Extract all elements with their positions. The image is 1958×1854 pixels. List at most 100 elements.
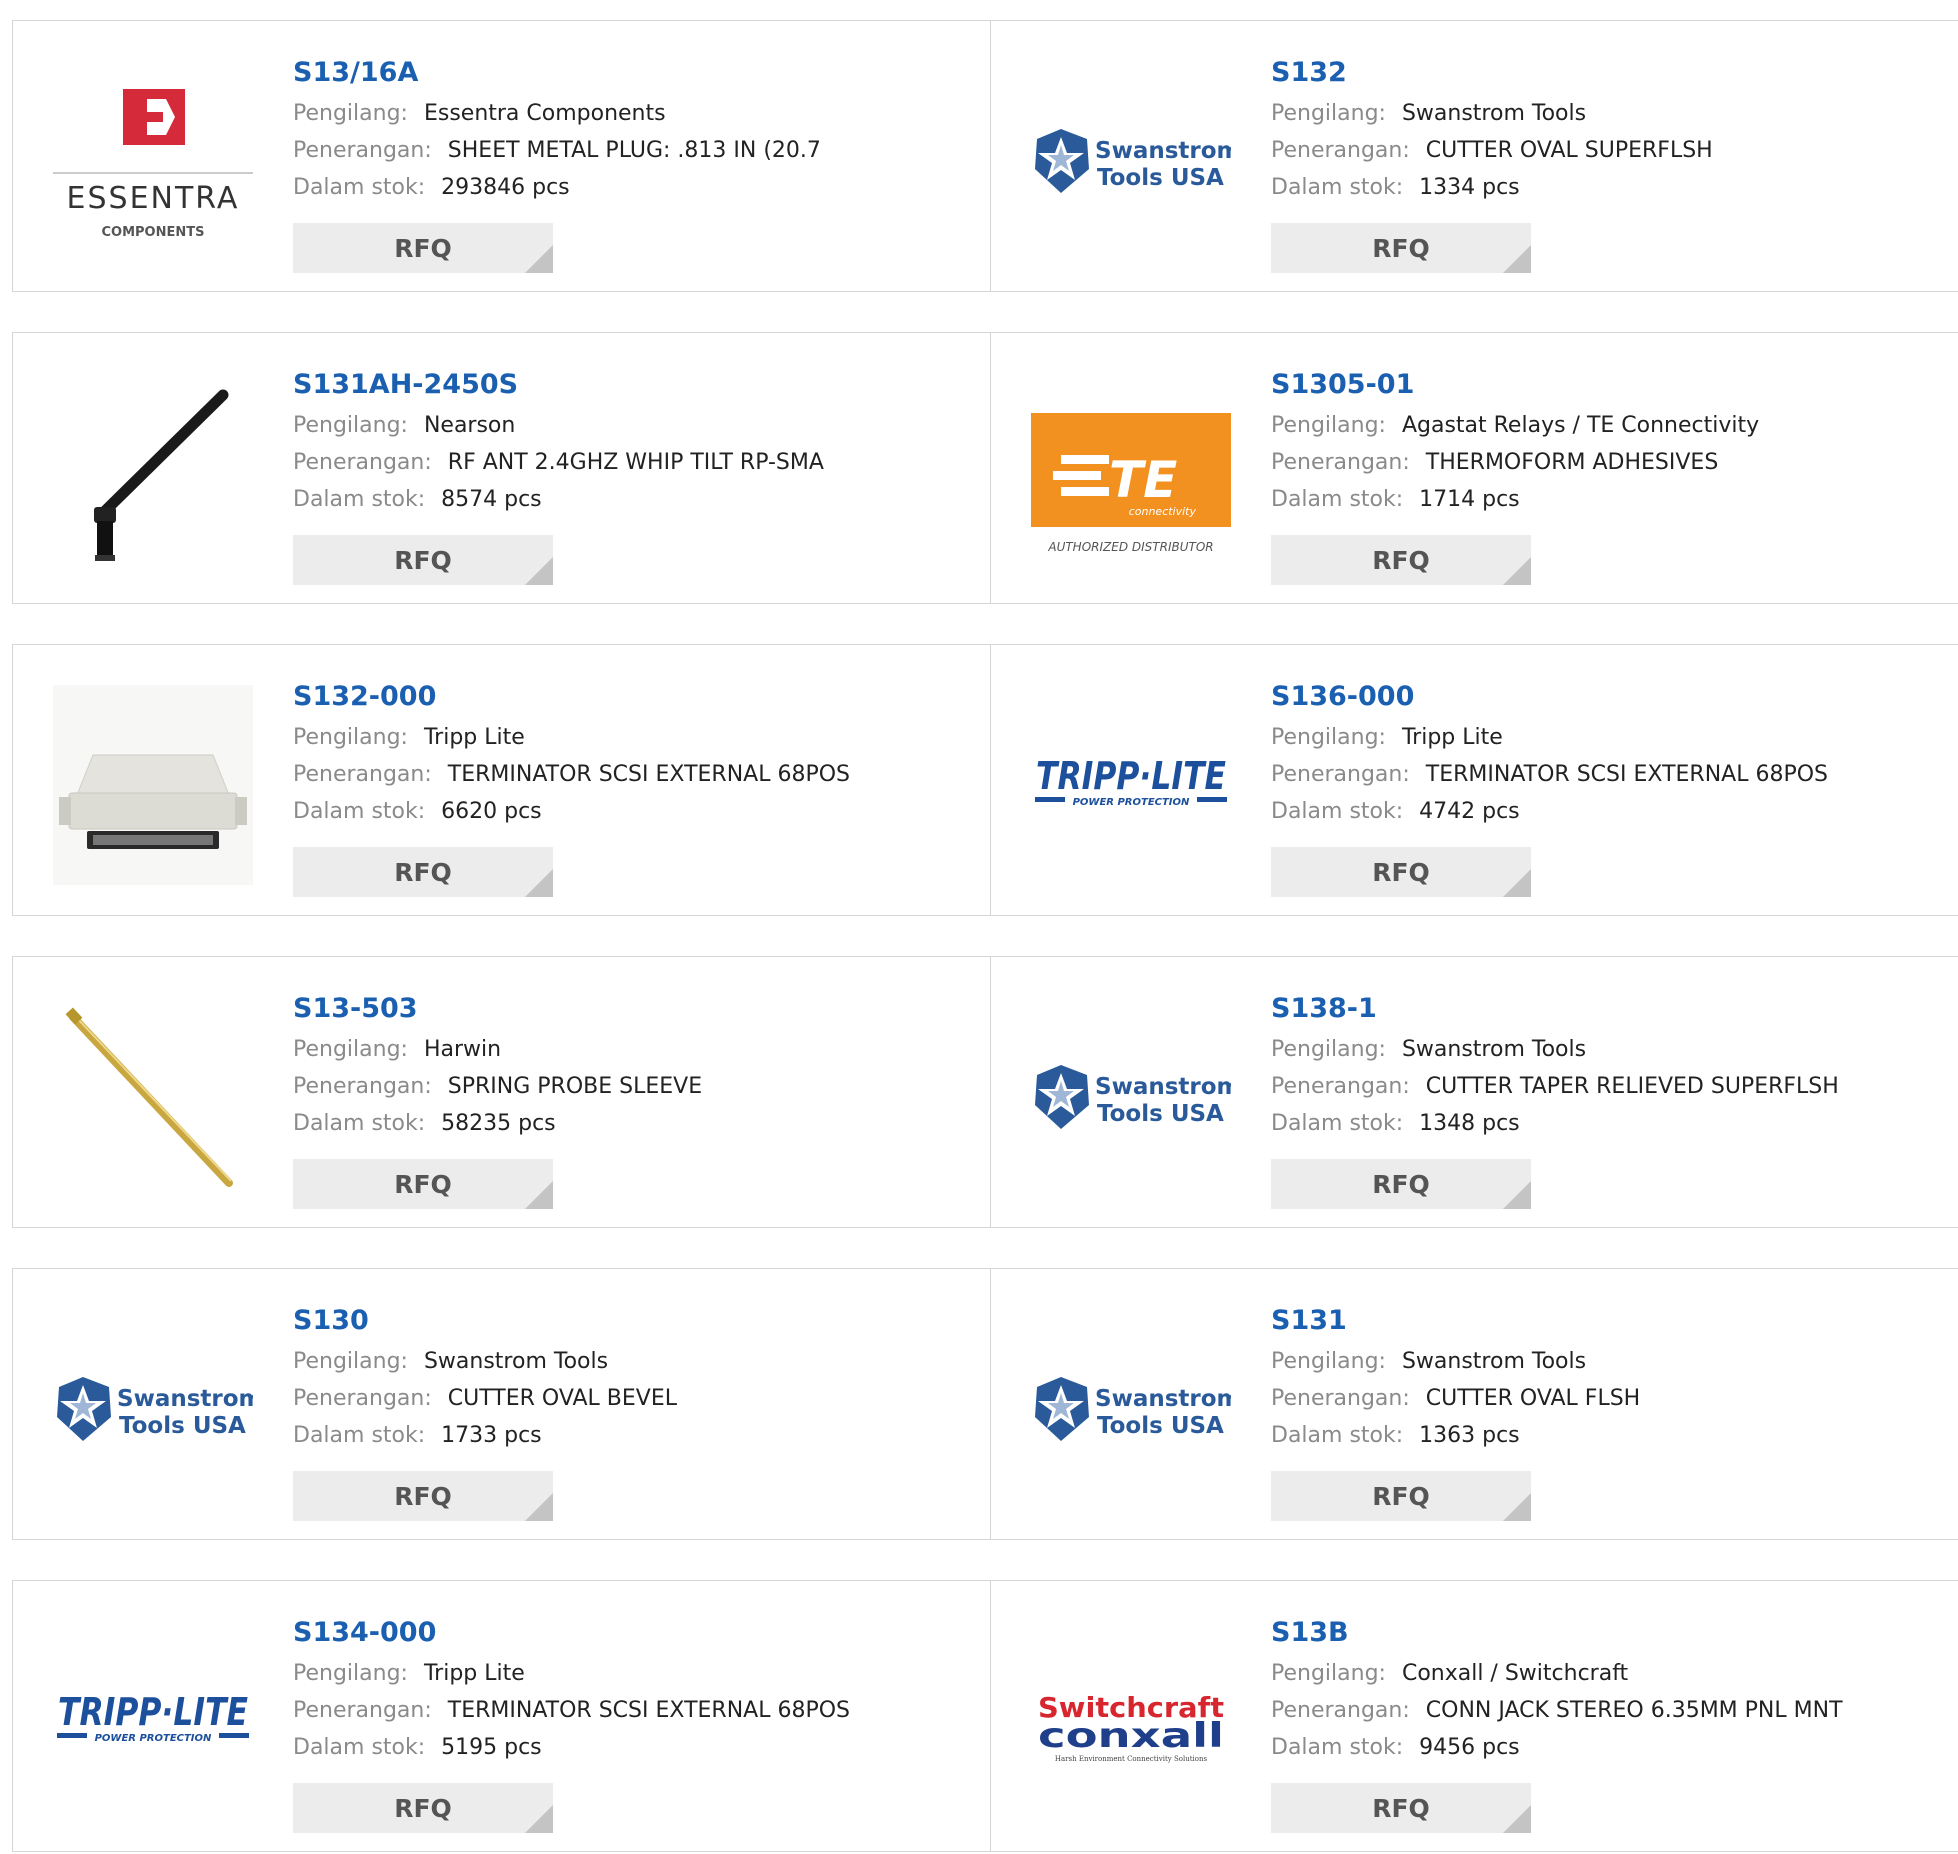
- logo-text: COMPONENTS: [102, 225, 205, 240]
- stock-line: Dalam stok: 1714 pcs: [1271, 481, 1948, 518]
- rfq-button[interactable]: RFQ: [293, 1159, 553, 1209]
- description-value: SHEET METAL PLUG: .813 IN (20.7: [447, 138, 821, 163]
- description-value: CONN JACK STEREO 6.35MM PNL MNT: [1425, 1698, 1843, 1723]
- rfq-button[interactable]: RFQ: [293, 535, 553, 585]
- manufacturer-line: Pengilang: Tripp Lite: [293, 719, 980, 756]
- part-number-link[interactable]: S132: [1271, 51, 1948, 95]
- description-value: CUTTER OVAL SUPERFLSH: [1425, 138, 1713, 163]
- logo-text: Tools USA: [1097, 165, 1224, 191]
- description-label: Penerangan:: [1271, 450, 1410, 475]
- part-number-link[interactable]: S132-000: [293, 675, 980, 719]
- stock-line: Dalam stok: 293846 pcs: [293, 169, 980, 206]
- manufacturer-logo: TE connectivity AUTHORIZED DISTRIBUTOR: [1031, 373, 1231, 573]
- product-info: S13-503 Pengilang: Harwin Penerangan: SPRI…: [293, 987, 980, 1142]
- logo-text: Swanstrom: [1095, 1074, 1231, 1100]
- spring-probe-image-icon: [65, 1007, 233, 1187]
- manufacturer-logo: [53, 373, 253, 573]
- rfq-label: RFQ: [394, 545, 452, 575]
- rfq-label: RFQ: [1372, 857, 1430, 887]
- description-label: Penerangan:: [1271, 138, 1410, 163]
- stock-label: Dalam stok:: [1271, 487, 1404, 512]
- product-info: S136-000 Pengilang: Tripp Lite Penerangan…: [1271, 675, 1948, 830]
- manufacturer-value: Swanstrom Tools: [423, 1349, 609, 1374]
- description-line: Penerangan: RF ANT 2.4GHZ WHIP TILT RP-SM…: [293, 444, 980, 481]
- rfq-label: RFQ: [1372, 1481, 1430, 1511]
- swanstrom-star-icon: [1035, 129, 1089, 193]
- rfq-button[interactable]: RFQ: [1271, 1783, 1531, 1833]
- rfq-button[interactable]: RFQ: [1271, 847, 1531, 897]
- manufacturer-line: Pengilang: Tripp Lite: [1271, 719, 1948, 756]
- stock-line: Dalam stok: 9456 pcs: [1271, 1729, 1948, 1766]
- product-info: S138-1 Pengilang: Swanstrom Tools Peneran…: [1271, 987, 1948, 1142]
- manufacturer-value: Swanstrom Tools: [1401, 1349, 1587, 1374]
- part-number-link[interactable]: S13/16A: [293, 51, 980, 95]
- part-number-link[interactable]: S131AH-2450S: [293, 363, 980, 407]
- description-line: Penerangan: TERMINATOR SCSI EXTERNAL 68PO…: [293, 1692, 980, 1729]
- rfq-button[interactable]: RFQ: [1271, 1471, 1531, 1521]
- part-number-link[interactable]: S134-000: [293, 1611, 980, 1655]
- description-line: Penerangan: CUTTER OVAL BEVEL: [293, 1380, 980, 1417]
- manufacturer-label: Pengilang:: [1271, 101, 1386, 126]
- manufacturer-line: Pengilang: Swanstrom Tools: [1271, 95, 1948, 132]
- logo-text: Tools USA: [119, 1413, 246, 1439]
- product-info: S13/16A Pengilang: Essentra Components Pe…: [293, 51, 980, 206]
- rfq-button[interactable]: RFQ: [1271, 535, 1531, 585]
- part-number-link[interactable]: S138-1: [1271, 987, 1948, 1031]
- part-number-link[interactable]: S131: [1271, 1299, 1948, 1343]
- rfq-button[interactable]: RFQ: [293, 1783, 553, 1833]
- manufacturer-value: Harwin: [423, 1037, 502, 1062]
- part-number-link[interactable]: S13-503: [293, 987, 980, 1031]
- rfq-button[interactable]: RFQ: [1271, 223, 1531, 273]
- logo-text: Tools USA: [1097, 1413, 1224, 1439]
- part-number-link[interactable]: S1305-01: [1271, 363, 1948, 407]
- stock-value: 8574 pcs: [441, 487, 542, 512]
- manufacturer-value: Conxall / Switchcraft: [1401, 1661, 1629, 1686]
- stock-line: Dalam stok: 5195 pcs: [293, 1729, 980, 1766]
- stock-label: Dalam stok:: [1271, 175, 1404, 200]
- rfq-label: RFQ: [1372, 233, 1430, 263]
- stock-value: 4742 pcs: [1419, 799, 1520, 824]
- part-number-link[interactable]: S136-000: [1271, 675, 1948, 719]
- manufacturer-value: Tripp Lite: [423, 725, 525, 750]
- rfq-button[interactable]: RFQ: [1271, 1159, 1531, 1209]
- description-label: Penerangan:: [1271, 1074, 1410, 1099]
- manufacturer-label: Pengilang:: [293, 1661, 408, 1686]
- rfq-button[interactable]: RFQ: [293, 1471, 553, 1521]
- product-card: TRIPP·LITE POWER PROTECTION S134-000 Pen…: [12, 1580, 991, 1852]
- description-label: Penerangan:: [293, 1074, 432, 1099]
- manufacturer-value: Agastat Relays / TE Connectivity: [1401, 413, 1760, 438]
- stock-value: 5195 pcs: [441, 1735, 542, 1760]
- swanstrom-star-icon: [1035, 1065, 1089, 1129]
- product-card: S13-503 Pengilang: Harwin Penerangan: SPRI…: [12, 956, 991, 1228]
- manufacturer-label: Pengilang:: [293, 413, 408, 438]
- description-value: TERMINATOR SCSI EXTERNAL 68POS: [447, 1698, 850, 1723]
- manufacturer-logo: Swanstrom Tools USA: [53, 1309, 253, 1509]
- manufacturer-line: Pengilang: Nearson: [293, 407, 980, 444]
- logo-text: TRIPP·LITE: [58, 1690, 248, 1734]
- logo-text: TRIPP·LITE: [1036, 754, 1226, 798]
- stock-value: 9456 pcs: [1419, 1735, 1520, 1760]
- product-row: S13-503 Pengilang: Harwin Penerangan: SPRI…: [12, 956, 1958, 1230]
- product-card: S132-000 Pengilang: Tripp Lite Penerangan…: [12, 644, 991, 916]
- manufacturer-label: Pengilang:: [1271, 1661, 1386, 1686]
- part-number-link[interactable]: S13B: [1271, 1611, 1948, 1655]
- stock-label: Dalam stok:: [1271, 1423, 1404, 1448]
- product-card: TE connectivity AUTHORIZED DISTRIBUTOR S…: [990, 332, 1958, 604]
- scsi-terminator-image-icon: [53, 685, 253, 885]
- stock-label: Dalam stok:: [293, 175, 426, 200]
- rfq-button[interactable]: RFQ: [293, 223, 553, 273]
- description-line: Penerangan: CUTTER TAPER RELIEVED SUPERFL…: [1271, 1068, 1948, 1105]
- product-info: S132 Pengilang: Swanstrom Tools Peneranga…: [1271, 51, 1948, 206]
- rfq-button[interactable]: RFQ: [293, 847, 553, 897]
- description-value: CUTTER TAPER RELIEVED SUPERFLSH: [1425, 1074, 1839, 1099]
- manufacturer-logo: Switchcraft conxall Harsh Environment Co…: [1031, 1621, 1231, 1821]
- manufacturer-logo: Swanstrom Tools USA: [1031, 61, 1231, 261]
- product-card: ESSENTRA COMPONENTS S13/16A Pengilang: Es…: [12, 20, 991, 292]
- part-number-link[interactable]: S130: [293, 1299, 980, 1343]
- logo-text: ESSENTRA: [67, 181, 240, 216]
- manufacturer-line: Pengilang: Tripp Lite: [293, 1655, 980, 1692]
- product-row: Swanstrom Tools USA S130 Pengilang: Swans…: [12, 1268, 1958, 1542]
- description-line: Penerangan: TERMINATOR SCSI EXTERNAL 68PO…: [1271, 756, 1948, 793]
- product-card: TRIPP·LITE POWER PROTECTION S136-000 Pen…: [990, 644, 1958, 916]
- stock-label: Dalam stok:: [1271, 799, 1404, 824]
